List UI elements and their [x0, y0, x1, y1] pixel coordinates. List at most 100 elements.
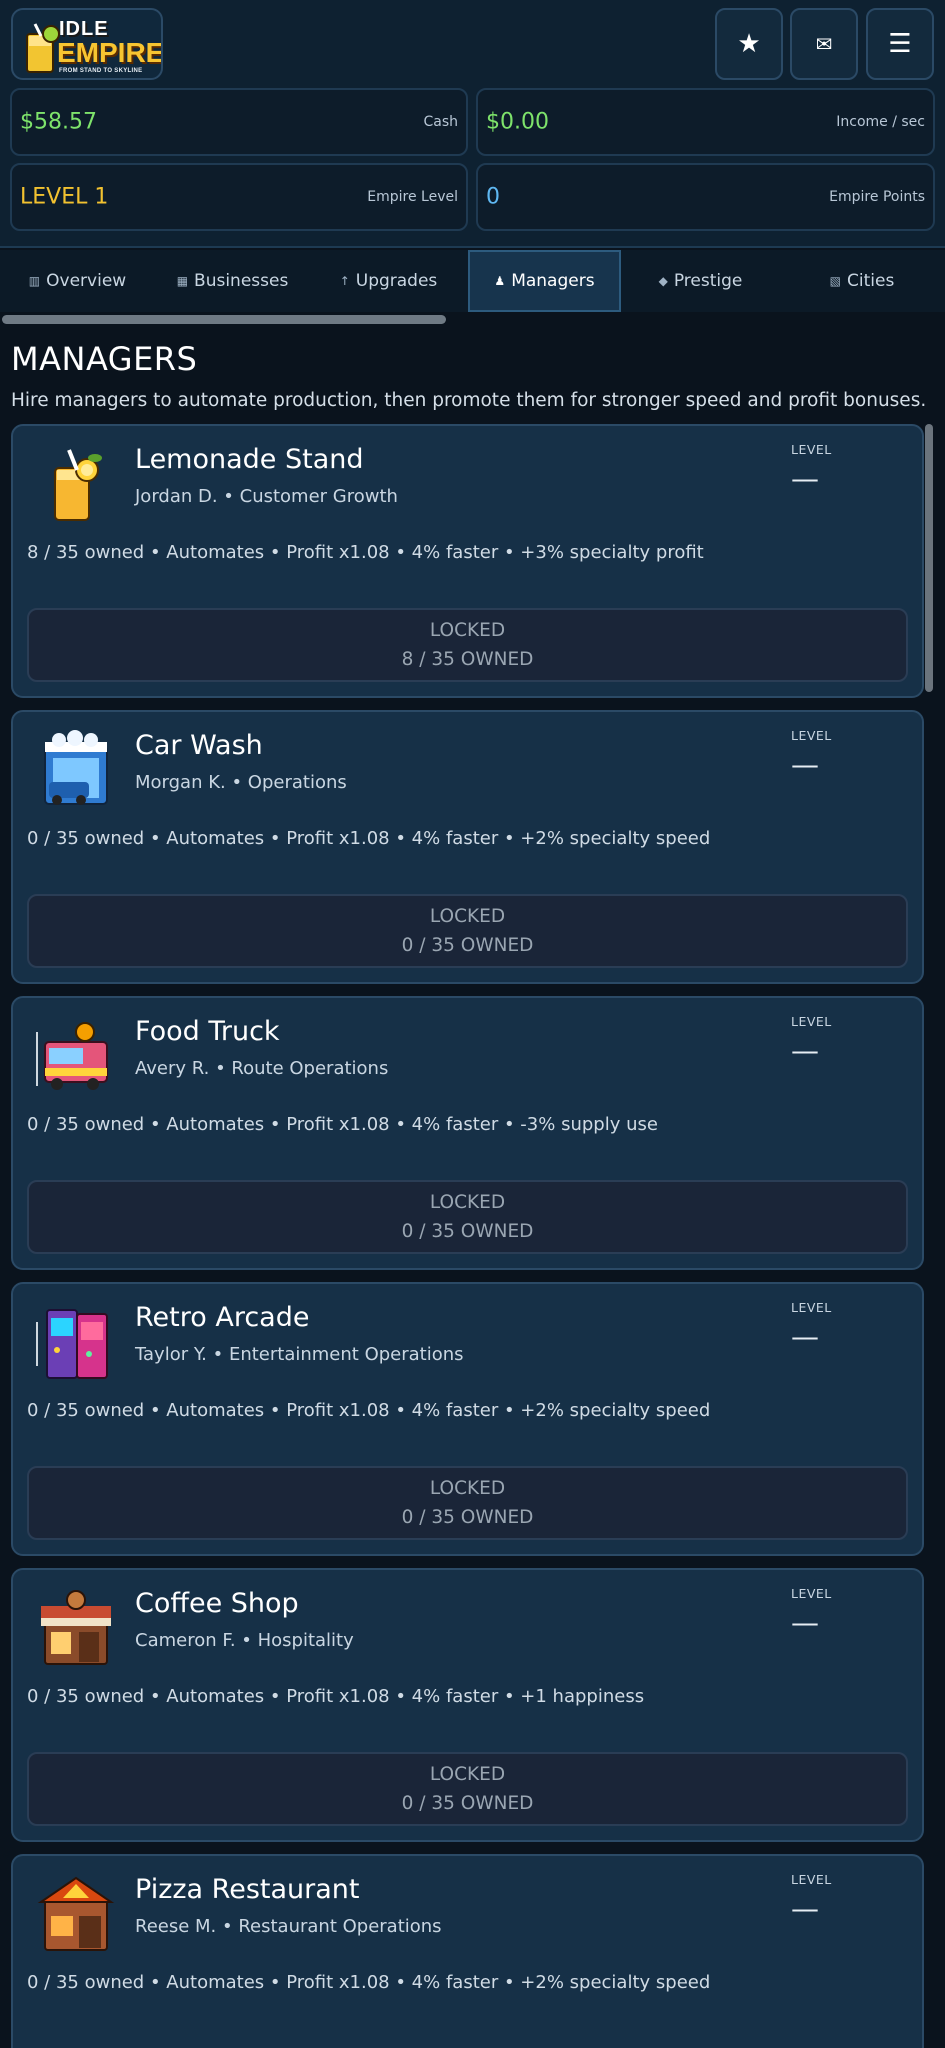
income-stat: $0.00 Income / sec — [476, 88, 935, 156]
level-value: — — [791, 1606, 819, 1639]
manager-name: Jordan D. • Customer Growth — [135, 486, 398, 507]
tab-label: Businesses — [194, 271, 289, 291]
hire-manager-button[interactable]: LOCKED 0 / 35 OWNED — [27, 1466, 908, 1540]
lemonade-icon — [54, 449, 102, 521]
tab-upgrades[interactable]: ↑ Upgrades — [310, 250, 467, 312]
manager-card-coffee-shop: Coffee Shop Cameron F. • Hospitality LEV… — [11, 1568, 924, 1842]
top-header: IDLE EMPIRE FROM STAND TO SKYLINE ★ ✉ ☰ … — [0, 0, 945, 248]
idle-empire-logo[interactable]: IDLE EMPIRE FROM STAND TO SKYLINE — [11, 8, 163, 80]
empire-level-label: Empire Level — [367, 189, 458, 205]
manager-name: Cameron F. • Hospitality — [135, 1630, 354, 1651]
business-name: Pizza Restaurant — [135, 1874, 360, 1905]
level-label: LEVEL — [791, 1586, 832, 1601]
cash-label: Cash — [423, 114, 458, 130]
favorites-button[interactable]: ★ — [715, 8, 783, 80]
page-title: MANAGERS — [11, 340, 198, 378]
manager-stats: 8 / 35 owned • Automates • Profit x1.08 … — [27, 542, 704, 563]
button-status: LOCKED — [429, 1764, 506, 1785]
income-value: $0.00 — [486, 109, 549, 135]
level-label: LEVEL — [791, 1300, 832, 1315]
level-value: — — [791, 462, 819, 495]
empire-points-label: Empire Points — [829, 189, 925, 205]
button-owned: 8 / 35 OWNED — [401, 649, 534, 670]
manager-stats: 0 / 35 owned • Automates • Profit x1.08 … — [27, 1972, 711, 1993]
manager-stats: 0 / 35 owned • Automates • Profit x1.08 … — [27, 1114, 658, 1135]
manager-name: Taylor Y. • Entertainment Operations — [135, 1344, 464, 1365]
button-status: LOCKED — [429, 620, 506, 641]
empire-level-value: LEVEL 1 — [20, 184, 109, 210]
manager-icon: ♟ — [494, 274, 506, 288]
pizza-restaurant-icon — [37, 1876, 115, 1951]
cash-value: $58.57 — [20, 109, 97, 135]
manager-card-pizza-restaurant: Pizza Restaurant Reese M. • Restaurant O… — [11, 1854, 924, 2048]
manager-name: Morgan K. • Operations — [135, 772, 347, 793]
business-name: Lemonade Stand — [135, 444, 364, 475]
tab-label: Upgrades — [355, 271, 438, 291]
hire-manager-button[interactable]: LOCKED 8 / 35 OWNED — [27, 608, 908, 682]
hire-manager-button[interactable]: LOCKED 0 / 35 OWNED — [27, 894, 908, 968]
manager-card-lemonade-stand: Lemonade Stand Jordan D. • Customer Grow… — [11, 424, 924, 698]
star-icon: ★ — [737, 29, 761, 59]
logo-tagline: FROM STAND TO SKYLINE — [59, 68, 143, 74]
tab-label: Overview — [46, 271, 127, 291]
manager-stats: 0 / 35 owned • Automates • Profit x1.08 … — [27, 828, 711, 849]
menu-button[interactable]: ☰ — [866, 8, 934, 80]
cities-icon: ▧ — [829, 274, 842, 288]
manager-stats: 0 / 35 owned • Automates • Profit x1.08 … — [27, 1686, 645, 1707]
button-status: LOCKED — [429, 906, 506, 927]
button-owned: 0 / 35 OWNED — [401, 935, 534, 956]
tab-label: Managers — [511, 271, 595, 291]
manager-name: Reese M. • Restaurant Operations — [135, 1916, 442, 1937]
button-owned: 0 / 35 OWNED — [401, 1793, 534, 1814]
coffee-shop-icon — [41, 1590, 111, 1665]
button-owned: 0 / 35 OWNED — [401, 1221, 534, 1242]
button-owned: 0 / 35 OWNED — [401, 1507, 534, 1528]
button-status: LOCKED — [429, 1478, 506, 1499]
manager-card-car-wash: Car Wash Morgan K. • Operations LEVEL — … — [11, 710, 924, 984]
hamburger-menu-icon: ☰ — [888, 29, 912, 59]
level-label: LEVEL — [791, 728, 832, 743]
manager-card-retro-arcade: Retro Arcade Taylor Y. • Entertainment O… — [11, 1282, 924, 1556]
business-name: Car Wash — [135, 730, 263, 761]
manager-name: Avery R. • Route Operations — [135, 1058, 389, 1079]
manager-card-food-truck: Food Truck Avery R. • Route Operations L… — [11, 996, 924, 1270]
envelope-icon: ✉ — [815, 32, 833, 56]
level-value: — — [791, 1320, 819, 1353]
arrow-up-icon: ↑ — [339, 274, 350, 288]
tab-cities[interactable]: ▧ Cities — [779, 250, 945, 312]
food-truck-icon — [36, 1022, 108, 1090]
car-wash-icon — [44, 730, 108, 805]
lemonade-glass-logo-icon — [26, 23, 60, 73]
overview-icon: ▥ — [28, 274, 41, 288]
manager-stats: 0 / 35 owned • Automates • Profit x1.08 … — [27, 1400, 711, 1421]
hire-manager-button[interactable]: LOCKED 0 / 35 OWNED — [27, 1752, 908, 1826]
tab-prestige[interactable]: ◆ Prestige — [622, 250, 779, 312]
tab-bar: ▥ Overview ▦ Businesses ↑ Upgrades ♟ Man… — [0, 250, 945, 312]
empire-points-value: 0 — [486, 184, 500, 210]
tab-overview[interactable]: ▥ Overview — [0, 250, 155, 312]
logo-text-empire: EMPIRE — [57, 37, 163, 68]
businesses-icon: ▦ — [176, 274, 189, 288]
income-label: Income / sec — [836, 114, 925, 130]
level-label: LEVEL — [791, 442, 832, 457]
hire-manager-button[interactable]: LOCKED 0 / 35 OWNED — [27, 1180, 908, 1254]
tab-businesses[interactable]: ▦ Businesses — [155, 250, 310, 312]
button-status: LOCKED — [429, 1192, 506, 1213]
empire-level-stat: LEVEL 1 Empire Level — [10, 163, 468, 231]
tab-label: Prestige — [673, 271, 743, 291]
level-value: — — [791, 1892, 819, 1925]
business-name: Coffee Shop — [135, 1588, 299, 1619]
level-value: — — [791, 748, 819, 781]
diamond-icon: ◆ — [658, 274, 668, 288]
tab-managers[interactable]: ♟ Managers — [468, 250, 621, 312]
mail-button[interactable]: ✉ — [790, 8, 858, 80]
arcade-icon — [36, 1309, 108, 1379]
cash-stat: $58.57 Cash — [10, 88, 468, 156]
level-label: LEVEL — [791, 1014, 832, 1029]
tab-scrollbar[interactable] — [2, 315, 446, 324]
business-name: Food Truck — [135, 1016, 280, 1047]
empire-points-stat: 0 Empire Points — [476, 163, 935, 231]
level-value: — — [791, 1034, 819, 1067]
page-subtitle: Hire managers to automate production, th… — [11, 390, 927, 411]
content-scrollbar[interactable] — [925, 424, 933, 692]
